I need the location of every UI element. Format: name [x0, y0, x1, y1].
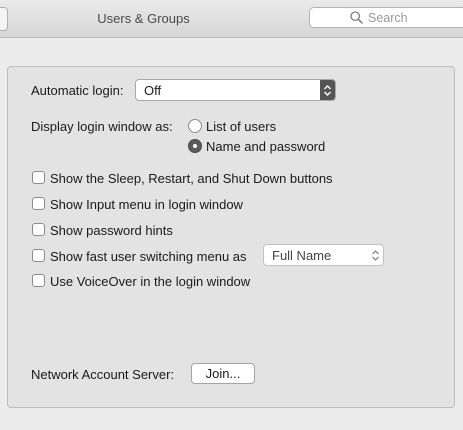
radio-list-of-users-label[interactable]: List of users	[206, 119, 276, 134]
search-input[interactable]	[368, 10, 463, 26]
fast-switching-value: Full Name	[272, 248, 332, 263]
fast-user-switching-label[interactable]: Show fast user switching menu as	[50, 249, 247, 264]
radio-name-and-password-label[interactable]: Name and password	[206, 139, 325, 154]
checkbox-voiceover[interactable]	[32, 274, 45, 287]
radio-name-and-password[interactable]	[188, 139, 202, 153]
popup-arrows-icon	[320, 80, 335, 100]
checkbox-input-menu[interactable]	[32, 197, 45, 210]
radio-list-of-users[interactable]	[188, 119, 202, 133]
window-title: Users & Groups	[97, 11, 190, 26]
automatic-login-popup[interactable]: Off	[135, 79, 336, 101]
automatic-login-value: Off	[144, 83, 162, 98]
title-bar: Users & Groups	[0, 0, 463, 38]
join-button[interactable]: Join...	[191, 363, 255, 384]
checkbox-password-hints[interactable]	[32, 223, 45, 236]
checkbox-fast-user-switching[interactable]	[32, 249, 45, 262]
sleep-restart-shutdown-label[interactable]: Show the Sleep, Restart, and Shut Down b…	[50, 171, 333, 186]
search-field[interactable]	[309, 7, 463, 28]
network-account-server-label: Network Account Server:	[31, 367, 175, 382]
users-groups-window: Users & Groups Automatic login: Off Disp…	[0, 0, 463, 430]
search-icon	[350, 11, 363, 24]
automatic-login-label: Automatic login:	[31, 83, 124, 98]
login-options-panel: Automatic login: Off Display login windo…	[7, 66, 455, 408]
fast-switching-popup[interactable]: Full Name	[263, 244, 384, 266]
display-login-label: Display login window as:	[31, 119, 173, 134]
input-menu-label[interactable]: Show Input menu in login window	[50, 197, 243, 212]
popup-arrows-icon	[368, 245, 383, 265]
voiceover-label[interactable]: Use VoiceOver in the login window	[50, 274, 250, 289]
password-hints-label[interactable]: Show password hints	[50, 223, 173, 238]
checkbox-sleep-restart-shutdown[interactable]	[32, 171, 45, 184]
